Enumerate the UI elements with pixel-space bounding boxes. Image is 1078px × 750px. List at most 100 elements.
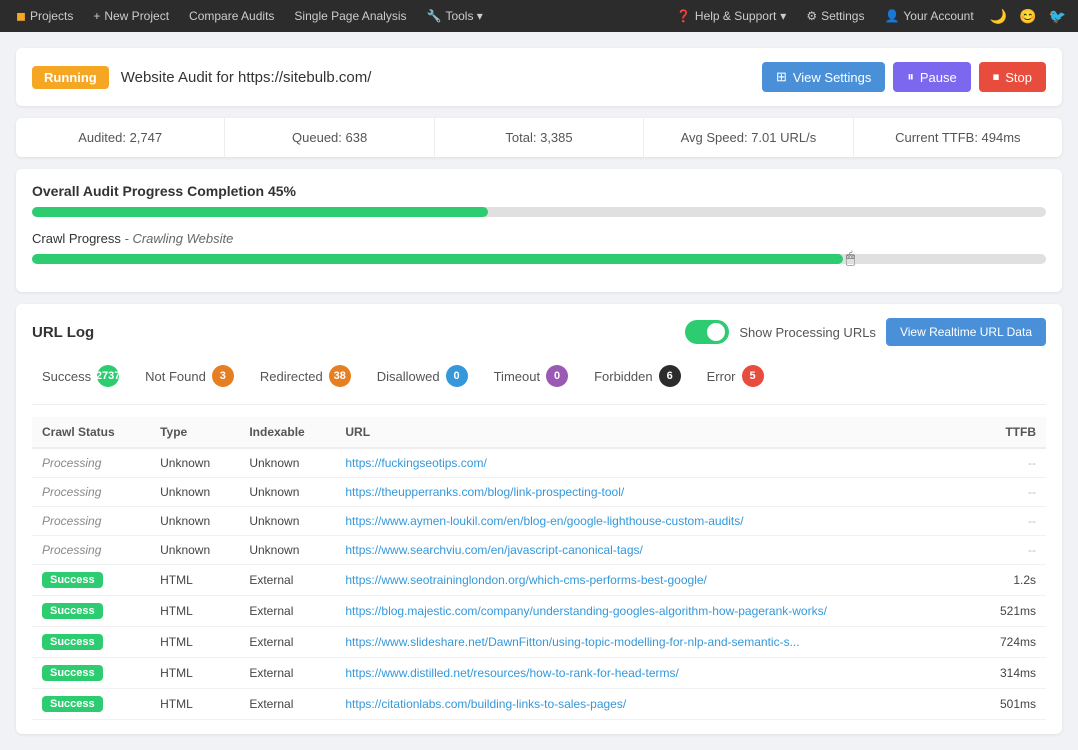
cell-status: Success: [32, 627, 150, 658]
table-row: Success HTML External https://www.distil…: [32, 658, 1046, 689]
stop-button[interactable]: ⏹ Stop: [979, 62, 1046, 92]
view-settings-button[interactable]: ⊞ View Settings: [762, 62, 885, 92]
overall-progress-label: Overall Audit Progress Completion 45%: [32, 183, 1046, 199]
stat-avg-speed: Avg Speed: 7.01 URL/s: [644, 118, 853, 157]
cell-status: Processing: [32, 448, 150, 478]
twitter-icon[interactable]: 🐦: [1045, 4, 1070, 29]
nav-account[interactable]: 👤 Your Account: [876, 5, 981, 27]
pause-button[interactable]: ⏸ Pause: [893, 62, 970, 92]
show-processing-toggle[interactable]: [685, 320, 729, 344]
cell-url[interactable]: https://www.slideshare.net/DawnFitton/us…: [335, 627, 974, 658]
cell-ttfb: 1.2s: [975, 565, 1046, 596]
filter-tab-timeout[interactable]: Timeout 0: [484, 360, 578, 392]
cell-ttfb: 521ms: [975, 596, 1046, 627]
nav-new-project[interactable]: + New Project: [85, 5, 177, 27]
cell-type: HTML: [150, 689, 239, 720]
cell-url[interactable]: https://blog.majestic.com/company/unders…: [335, 596, 974, 627]
cell-status: Success: [32, 658, 150, 689]
nav-projects[interactable]: ◼ Projects: [8, 5, 81, 27]
filter-tab-success[interactable]: Success 2737: [32, 360, 129, 392]
cell-type: Unknown: [150, 507, 239, 536]
main-container: Running Website Audit for https://sitebu…: [0, 32, 1078, 750]
url-table-header: Crawl Status Type Indexable URL TTFB: [32, 417, 1046, 448]
cell-indexable: External: [239, 596, 335, 627]
cell-type: Unknown: [150, 536, 239, 565]
tools-icon: 🔧: [427, 9, 442, 23]
url-log-header: URL Log Show Processing URLs View Realti…: [32, 318, 1046, 346]
cell-indexable: External: [239, 627, 335, 658]
nav-settings[interactable]: ⚙ Settings: [798, 5, 872, 27]
cell-status: Processing: [32, 507, 150, 536]
col-type: Type: [150, 417, 239, 448]
cell-ttfb: --: [975, 507, 1046, 536]
cell-status: Success: [32, 565, 150, 596]
cell-type: Unknown: [150, 478, 239, 507]
settings-sliders-icon: ⊞: [776, 69, 787, 85]
crawl-progress-label: Crawl Progress - Crawling Website: [32, 231, 1046, 246]
cell-indexable: Unknown: [239, 448, 335, 478]
table-row: Processing Unknown Unknown https://theup…: [32, 478, 1046, 507]
emoji-icon[interactable]: 😊: [1015, 4, 1040, 29]
filter-tab-error[interactable]: Error 5: [697, 360, 774, 392]
col-url: URL: [335, 417, 974, 448]
audit-header-left: Running Website Audit for https://sitebu…: [32, 66, 371, 89]
cell-type: HTML: [150, 627, 239, 658]
cell-type: Unknown: [150, 448, 239, 478]
cell-ttfb: --: [975, 448, 1046, 478]
cell-ttfb: 501ms: [975, 689, 1046, 720]
cell-status: Success: [32, 689, 150, 720]
crawl-progress-track: 🖱: [32, 254, 1046, 264]
top-navigation: ◼ Projects + New Project Compare Audits …: [0, 0, 1078, 32]
nav-tools[interactable]: 🔧 Tools ▾: [419, 5, 491, 27]
cell-status: Success: [32, 596, 150, 627]
table-row: Processing Unknown Unknown https://fucki…: [32, 448, 1046, 478]
plus-icon: +: [93, 9, 100, 23]
cell-indexable: External: [239, 658, 335, 689]
audit-header-right: ⊞ View Settings ⏸ Pause ⏹ Stop: [762, 62, 1046, 92]
filter-tab-redirected[interactable]: Redirected 38: [250, 360, 361, 392]
table-row: Processing Unknown Unknown https://www.s…: [32, 536, 1046, 565]
progress-section: Overall Audit Progress Completion 45% Cr…: [16, 169, 1062, 292]
col-ttfb: TTFB: [975, 417, 1046, 448]
crawl-progress-fill: 🖱: [32, 254, 843, 264]
toggle-slider: [685, 320, 729, 344]
dark-mode-icon[interactable]: 🌙: [986, 4, 1011, 29]
stat-total: Total: 3,385: [435, 118, 644, 157]
cell-status: Processing: [32, 536, 150, 565]
topnav-right: ❓ Help & Support ▾ ⚙ Settings 👤 Your Acc…: [668, 4, 1070, 29]
col-crawl-status: Crawl Status: [32, 417, 150, 448]
nav-compare-audits[interactable]: Compare Audits: [181, 5, 282, 27]
table-row: Processing Unknown Unknown https://www.a…: [32, 507, 1046, 536]
account-icon: 👤: [884, 9, 899, 23]
cell-indexable: Unknown: [239, 507, 335, 536]
cell-indexable: Unknown: [239, 536, 335, 565]
chevron-down-icon: ▾: [780, 9, 786, 23]
cell-url[interactable]: https://www.distilled.net/resources/how-…: [335, 658, 974, 689]
settings-icon: ⚙: [806, 9, 817, 23]
filter-tab-forbidden[interactable]: Forbidden 6: [584, 360, 691, 392]
url-log-title: URL Log: [32, 324, 94, 341]
cell-indexable: External: [239, 565, 335, 596]
url-log-section: URL Log Show Processing URLs View Realti…: [16, 304, 1062, 734]
cell-url[interactable]: https://fuckingseotips.com/: [335, 448, 974, 478]
cell-url[interactable]: https://www.aymen-loukil.com/en/blog-en/…: [335, 507, 974, 536]
cell-type: HTML: [150, 596, 239, 627]
cell-url[interactable]: https://theupperranks.com/blog/link-pros…: [335, 478, 974, 507]
url-table-body: Processing Unknown Unknown https://fucki…: [32, 448, 1046, 720]
nav-single-page-analysis[interactable]: Single Page Analysis: [286, 5, 414, 27]
cell-url[interactable]: https://www.searchviu.com/en/javascript-…: [335, 536, 974, 565]
cell-ttfb: --: [975, 478, 1046, 507]
col-indexable: Indexable: [239, 417, 335, 448]
cell-url[interactable]: https://www.seotraininglondon.org/which-…: [335, 565, 974, 596]
cell-url[interactable]: https://citationlabs.com/building-links-…: [335, 689, 974, 720]
view-realtime-button[interactable]: View Realtime URL Data: [886, 318, 1046, 346]
cell-ttfb: 724ms: [975, 627, 1046, 658]
audit-header: Running Website Audit for https://sitebu…: [16, 48, 1062, 106]
cell-ttfb: --: [975, 536, 1046, 565]
filter-tab-disallowed[interactable]: Disallowed 0: [367, 360, 478, 392]
filter-tab-not-found[interactable]: Not Found 3: [135, 360, 244, 392]
show-processing-label: Show Processing URLs: [739, 325, 876, 340]
stat-ttfb: Current TTFB: 494ms: [854, 118, 1062, 157]
nav-help[interactable]: ❓ Help & Support ▾: [668, 5, 794, 27]
cell-type: HTML: [150, 565, 239, 596]
